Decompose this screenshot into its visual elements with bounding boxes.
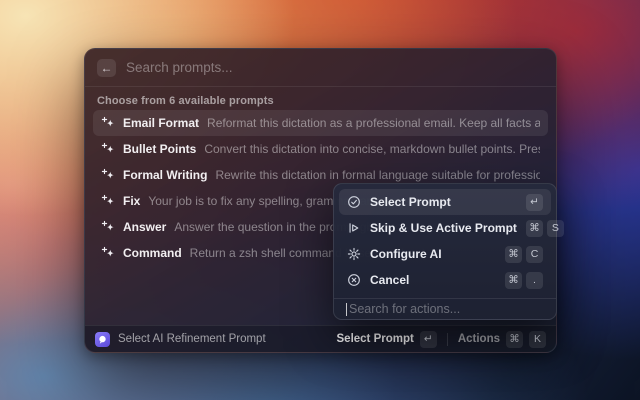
prompt-description: Rewrite this dictation in formal languag… (215, 168, 540, 182)
prompt-title: Fix (123, 194, 140, 208)
return-key-badge: ↵ (420, 331, 437, 348)
menu-item-shortcut: ⌘ S (526, 220, 564, 237)
footer-select-prompt-button[interactable]: Select Prompt (337, 333, 414, 345)
skip-forward-icon (347, 221, 361, 235)
prompt-description: Reformat this dictation as a professiona… (207, 116, 540, 130)
menu-item-label: Configure AI (370, 247, 442, 261)
sparkles-icon (101, 168, 115, 182)
menu-item-label: Skip & Use Active Prompt (370, 221, 517, 235)
sparkles-icon (101, 220, 115, 234)
actions-search-input[interactable]: Search for actions... (334, 299, 556, 319)
prompt-title: Bullet Points (123, 142, 196, 156)
actions-menu-list: Select Prompt ↵ Skip & Use Active Prompt… (334, 184, 556, 298)
section-label: Choose from 6 available prompts (97, 95, 544, 107)
footer-separator (447, 333, 448, 346)
return-key-badge: ↵ (526, 194, 543, 211)
prompt-description: Convert this dictation into concise, mar… (204, 142, 540, 156)
prompt-title: Answer (123, 220, 166, 234)
s-key-badge: S (547, 220, 564, 237)
command-key-badge: ⌘ (506, 331, 523, 348)
desktop-background: ← Search prompts... Choose from 6 availa… (0, 0, 640, 400)
menu-item-shortcut: ↵ (526, 194, 543, 211)
footer-actions-button[interactable]: Actions (458, 333, 500, 345)
prompt-row-bullet-points[interactable]: Bullet Points Convert this dictation int… (93, 136, 548, 162)
prompt-title: Email Format (123, 116, 199, 130)
k-key-badge: K (529, 331, 546, 348)
command-key-badge: ⌘ (505, 246, 522, 263)
menu-item-configure-ai[interactable]: Configure AI ⌘ C (339, 241, 551, 267)
app-icon (95, 332, 110, 347)
sparkles-icon (101, 116, 115, 130)
back-button[interactable]: ← (97, 59, 116, 77)
footer-app-label: Select AI Refinement Prompt (118, 333, 266, 345)
search-input[interactable]: Search prompts... (126, 60, 233, 75)
command-key-badge: ⌘ (526, 220, 543, 237)
back-arrow-icon: ← (101, 62, 113, 74)
actions-menu: Select Prompt ↵ Skip & Use Active Prompt… (333, 183, 557, 320)
sparkles-icon (101, 142, 115, 156)
menu-item-skip-use-active-prompt[interactable]: Skip & Use Active Prompt ⌘ S (339, 215, 551, 241)
period-key-badge: . (526, 272, 543, 289)
prompt-title: Command (123, 246, 182, 260)
menu-item-cancel[interactable]: Cancel ⌘ . (339, 267, 551, 293)
gear-icon (347, 247, 361, 261)
menu-item-shortcut: ⌘ C (505, 246, 543, 263)
sparkles-icon (101, 246, 115, 260)
search-bar: ← Search prompts... (85, 49, 556, 86)
c-key-badge: C (526, 246, 543, 263)
circle-x-icon (347, 273, 361, 287)
prompt-row-email-format[interactable]: Email Format Reformat this dictation as … (93, 110, 548, 136)
menu-item-label: Select Prompt (370, 195, 451, 209)
status-bar: Select AI Refinement Prompt Select Promp… (85, 325, 556, 352)
menu-item-shortcut: ⌘ . (505, 272, 543, 289)
sparkles-icon (101, 194, 115, 208)
circle-check-icon (347, 195, 361, 209)
command-key-badge: ⌘ (505, 272, 522, 289)
header-divider (85, 86, 556, 87)
menu-item-label: Cancel (370, 273, 409, 287)
text-caret (346, 303, 347, 316)
menu-item-select-prompt[interactable]: Select Prompt ↵ (339, 189, 551, 215)
prompt-title: Formal Writing (123, 168, 207, 182)
actions-search-placeholder: Search for actions... (349, 302, 460, 316)
footer-actions-group: Select Prompt ↵ Actions ⌘ K (337, 331, 547, 348)
